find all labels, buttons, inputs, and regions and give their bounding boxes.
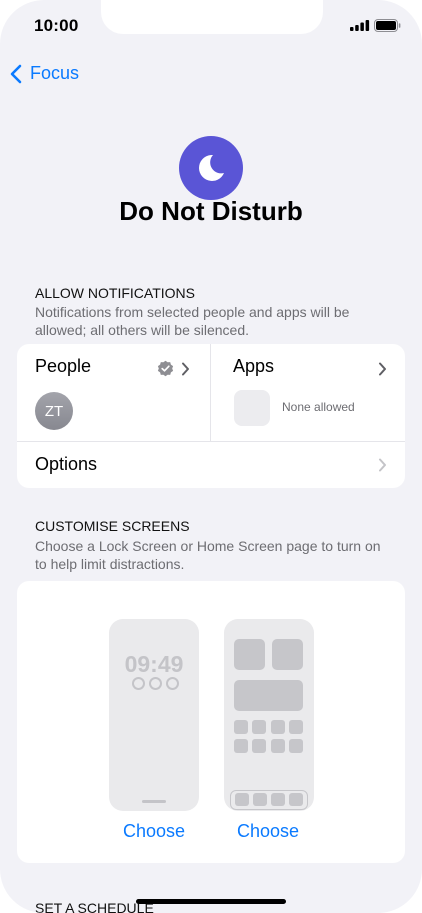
avatar: ZT xyxy=(35,392,73,430)
widget-placeholder xyxy=(272,639,303,670)
app-icon-placeholder xyxy=(271,720,285,734)
lock-screen-preview[interactable]: 09:49 xyxy=(109,619,199,811)
home-screen-choose-button[interactable]: Choose xyxy=(237,821,299,842)
moon-icon xyxy=(199,154,224,181)
lock-screen-widgets xyxy=(132,677,179,690)
cellular-signal-icon xyxy=(350,20,370,31)
customise-screens-header: CUSTOMISE SCREENS xyxy=(35,518,190,534)
verified-badge-icon xyxy=(157,360,174,377)
app-icon-placeholder xyxy=(289,720,303,734)
app-icon-placeholder xyxy=(234,720,248,734)
back-button[interactable]: Focus xyxy=(9,63,79,84)
apps-cell[interactable]: Apps None allowed xyxy=(212,344,405,441)
lock-screen-home-bar xyxy=(142,800,166,803)
app-icon-placeholder xyxy=(234,739,248,753)
allow-notifications-card: People ZT Apps None allowed Options xyxy=(17,344,405,488)
people-label: People xyxy=(35,356,92,376)
people-cell[interactable]: People ZT xyxy=(17,344,211,441)
app-icon-placeholder xyxy=(252,720,266,734)
chevron-right-icon xyxy=(182,362,189,376)
dock-placeholder xyxy=(230,790,308,810)
focus-mode-icon xyxy=(179,136,243,200)
page-title: Do Not Disturb xyxy=(119,196,303,226)
app-icon-placeholder xyxy=(271,739,285,753)
widget-placeholder xyxy=(234,680,303,711)
home-indicator[interactable] xyxy=(136,899,286,904)
lock-screen-choose-button[interactable]: Choose xyxy=(123,821,185,842)
chevron-left-icon xyxy=(10,64,22,83)
customise-screens-card: 09:49 Choose Choose xyxy=(17,581,405,863)
lock-screen-time: 09:49 xyxy=(124,651,184,677)
apps-label: Apps xyxy=(233,356,275,376)
options-label: Options xyxy=(35,454,98,474)
allow-notifications-description: Notifications from selected people and a… xyxy=(35,304,350,338)
chevron-right-icon xyxy=(379,362,386,376)
battery-icon xyxy=(374,19,401,32)
app-icon-placeholder xyxy=(252,739,266,753)
widget-placeholder xyxy=(234,639,265,670)
apps-status: None allowed xyxy=(282,400,355,414)
app-icon-placeholder xyxy=(289,739,303,753)
options-row[interactable]: Options xyxy=(17,442,405,488)
status-bar: 10:00 xyxy=(0,0,422,50)
allow-notifications-header: ALLOW NOTIFICATIONS xyxy=(35,285,195,301)
phone-screen: 10:00 Focus Do Not Disturb ALLOW NOTIFIC… xyxy=(0,0,422,913)
home-screen-preview[interactable] xyxy=(224,619,314,811)
customise-screens-description: Choose a Lock Screen or Home Screen page… xyxy=(35,538,381,572)
status-time: 10:00 xyxy=(34,16,79,35)
back-label: Focus xyxy=(30,63,80,83)
chevron-right-icon xyxy=(379,458,386,472)
app-placeholder xyxy=(234,390,270,426)
